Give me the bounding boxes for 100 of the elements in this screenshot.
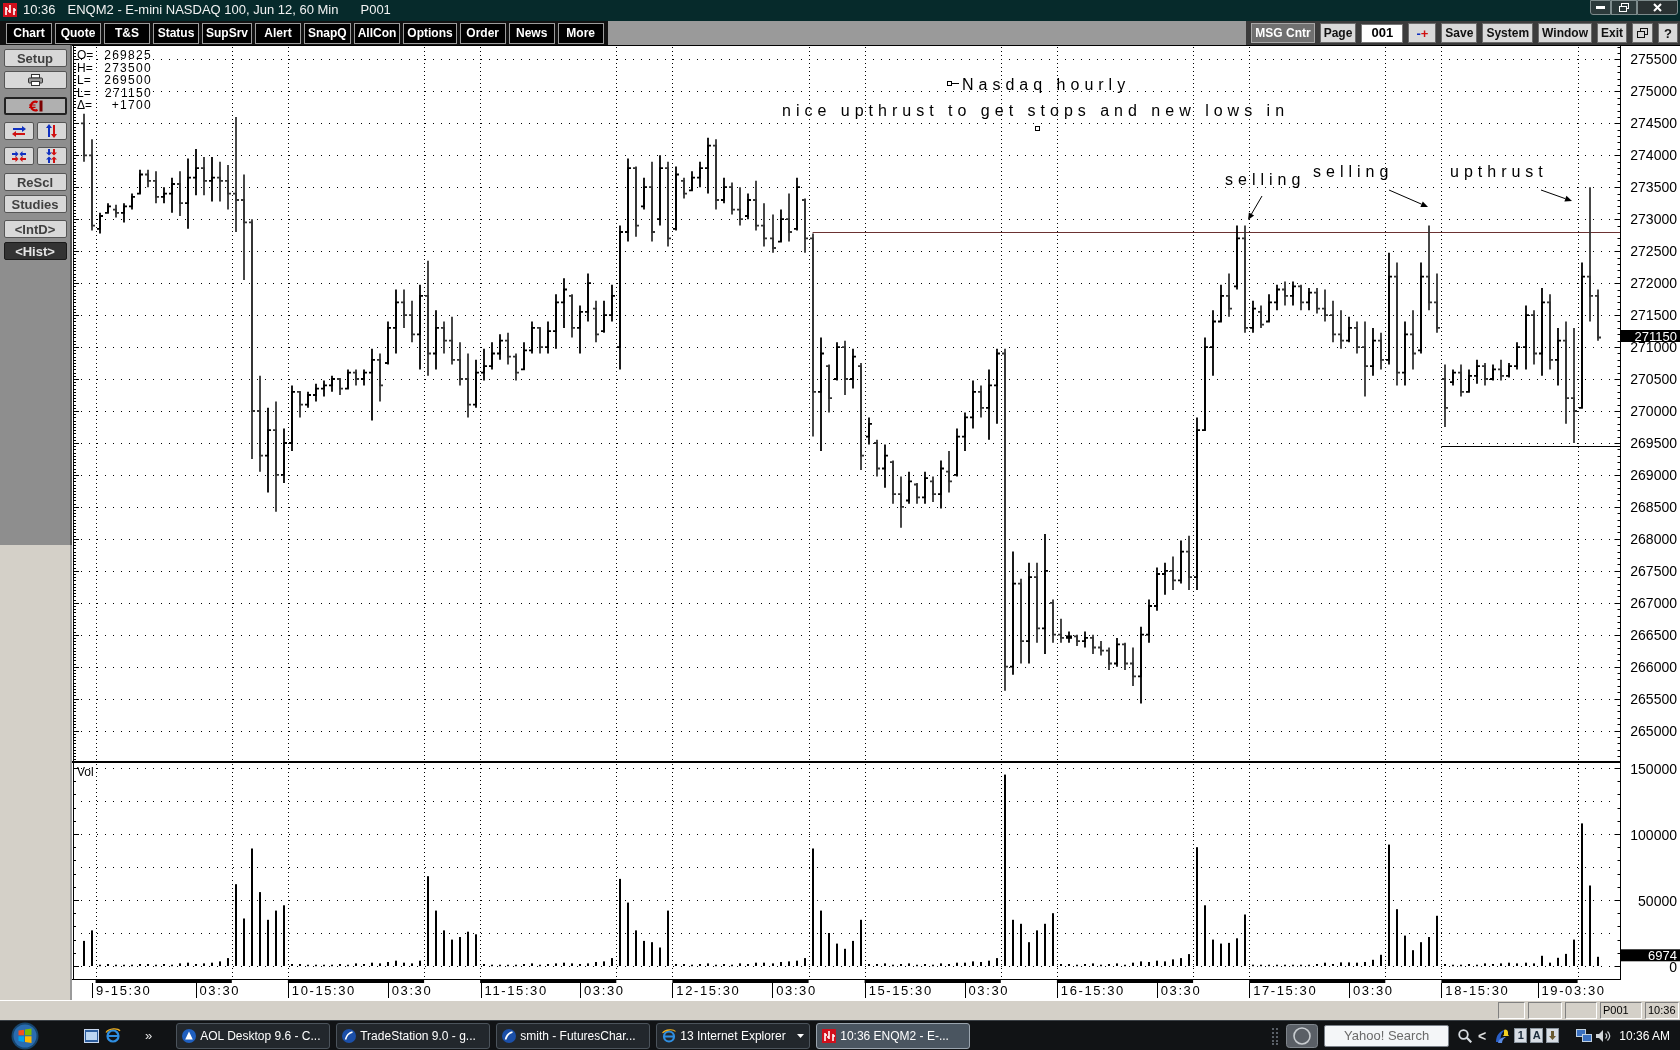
tray-expand-button[interactable]: <: [1478, 1028, 1487, 1043]
mode-button[interactable]: <IntD>: [3, 220, 67, 238]
toolbar-button[interactable]: Options: [403, 22, 457, 44]
falling-price-bar: [145, 168, 151, 189]
euro-icon: [27, 100, 43, 112]
rising-price-bar: [906, 470, 912, 505]
rising-price-bar: [962, 411, 968, 452]
falling-price-bar: [1434, 272, 1440, 334]
falling-price-bar: [1378, 331, 1384, 371]
minus-plus-button[interactable]: -+: [1408, 23, 1437, 43]
falling-price-bar: [113, 203, 119, 219]
axis-label: 268000: [1630, 530, 1677, 547]
axis-label: 50000: [1638, 892, 1677, 909]
page-field[interactable]: 001: [1361, 23, 1404, 43]
window-time: 10:36: [23, 2, 56, 18]
close-button[interactable]: [1637, 0, 1678, 15]
restore-icon: [1619, 3, 1629, 12]
restore-button[interactable]: [1611, 0, 1637, 15]
toolbar-button[interactable]: News: [508, 22, 555, 44]
rising-price-bar: [1114, 637, 1120, 668]
falling-price-bar: [1354, 320, 1360, 355]
network-icon: [1576, 1029, 1593, 1042]
toolbar-button[interactable]: Status: [153, 22, 199, 44]
message-center-button[interactable]: MSG Cntr: [1251, 23, 1315, 43]
falling-price-bar: [1410, 309, 1416, 371]
search-icon: [1458, 1028, 1473, 1043]
toolbar-button[interactable]: Quote: [55, 22, 101, 44]
taskbar-button[interactable]: 13 Internet Explorer: [656, 1022, 811, 1049]
restore-button[interactable]: [1632, 23, 1653, 43]
sidebar-button[interactable]: Setup: [3, 49, 67, 67]
sidebar-button[interactable]: [3, 122, 34, 140]
taskbar-button[interactable]: 10:36 ENQM2 - E-...: [816, 1022, 971, 1049]
toolbar-button[interactable]: Exit: [1597, 23, 1627, 43]
summary-value: +1700: [111, 98, 152, 112]
falling-price-bar: [1186, 534, 1192, 591]
show-desktop-icon[interactable]: [84, 1028, 99, 1043]
start-orb-icon[interactable]: [10, 1021, 40, 1050]
axis-label: 03:30: [199, 982, 241, 998]
axis-label: 11-15:30: [484, 982, 548, 998]
taskbar-button[interactable]: AOL Desktop 9.6 - C...: [176, 1022, 331, 1049]
falling-price-bar: [457, 341, 463, 387]
sidebar-button[interactable]: [36, 122, 67, 140]
falling-price-bar: [377, 352, 383, 403]
help-button[interactable]: ?: [1658, 23, 1678, 43]
sidebar-button[interactable]: [3, 147, 34, 165]
rising-price-bar: [545, 320, 551, 355]
falling-price-bar: [842, 339, 848, 396]
arrow: [1540, 189, 1572, 202]
falling-price-bar: [930, 475, 936, 503]
toolbar-button[interactable]: More: [557, 22, 604, 44]
falling-price-bar: [353, 368, 359, 387]
search-field[interactable]: Yahoo! Search: [1324, 1024, 1450, 1047]
falling-price-bar: [729, 181, 735, 216]
falling-price-bar: [81, 112, 87, 163]
axis-label: 269000: [1630, 466, 1677, 483]
summary-label: L=: [77, 73, 91, 87]
toolbar-button[interactable]: Alert: [255, 22, 301, 44]
falling-price-bar: [1226, 272, 1232, 318]
browser-icon: [662, 1028, 677, 1043]
toolbar-button[interactable]: T&S: [104, 22, 150, 44]
status-panel: [1528, 1002, 1562, 1019]
browser-icon[interactable]: [105, 1028, 121, 1043]
rising-price-bar: [361, 368, 367, 387]
falling-price-bar: [826, 363, 832, 414]
rising-price-bar: [866, 416, 872, 446]
toolbar-button[interactable]: Save: [1441, 23, 1478, 43]
rising-price-bar: [1274, 283, 1280, 312]
sidebar-button[interactable]: [36, 147, 67, 165]
axis-label: 03:30: [968, 982, 1010, 998]
toolbar-button[interactable]: Window: [1538, 23, 1592, 43]
axis-label: 03:30: [391, 982, 433, 998]
falling-price-bar: [1458, 363, 1464, 398]
toolbar-button[interactable]: Order: [459, 22, 506, 44]
falling-price-bar: [1442, 363, 1448, 428]
summary-label: O=: [77, 48, 94, 62]
toolbar-button[interactable]: Chart: [6, 22, 52, 44]
toolbar-button[interactable]: AllCon: [353, 22, 401, 44]
horizontal-arrows-icon: [11, 125, 26, 137]
mode-button[interactable]: <Hist>: [3, 242, 67, 260]
taskbar-button[interactable]: TradeStation 9.0 - g...: [336, 1022, 491, 1049]
toolbar-button[interactable]: SupSrv: [202, 22, 252, 44]
taskbar-button[interactable]: smith - FuturesChar...: [496, 1022, 651, 1049]
more-button[interactable]: »: [145, 1029, 153, 1042]
falling-price-bar: [914, 482, 920, 505]
sidebar-button[interactable]: ReScl: [3, 173, 67, 191]
falling-price-bar: [1482, 362, 1488, 387]
summary-label: H=: [77, 60, 93, 75]
page-button[interactable]: Page: [1319, 23, 1357, 43]
vertical-squeeze-icon: [46, 149, 57, 163]
falling-price-bar: [890, 459, 896, 505]
rising-price-bar: [1218, 283, 1224, 323]
sidebar-button[interactable]: Studies: [3, 195, 67, 213]
status-panel: [1565, 1002, 1597, 1019]
sidebar-button[interactable]: [3, 97, 67, 115]
toolbar-button[interactable]: SnapQ: [304, 22, 351, 44]
minimize-button[interactable]: [1590, 0, 1611, 15]
toolbar-button[interactable]: System: [1482, 23, 1534, 43]
falling-price-bar: [1531, 309, 1537, 366]
swirl-logo-icon: [342, 1028, 357, 1043]
sidebar-button[interactable]: [3, 71, 67, 89]
